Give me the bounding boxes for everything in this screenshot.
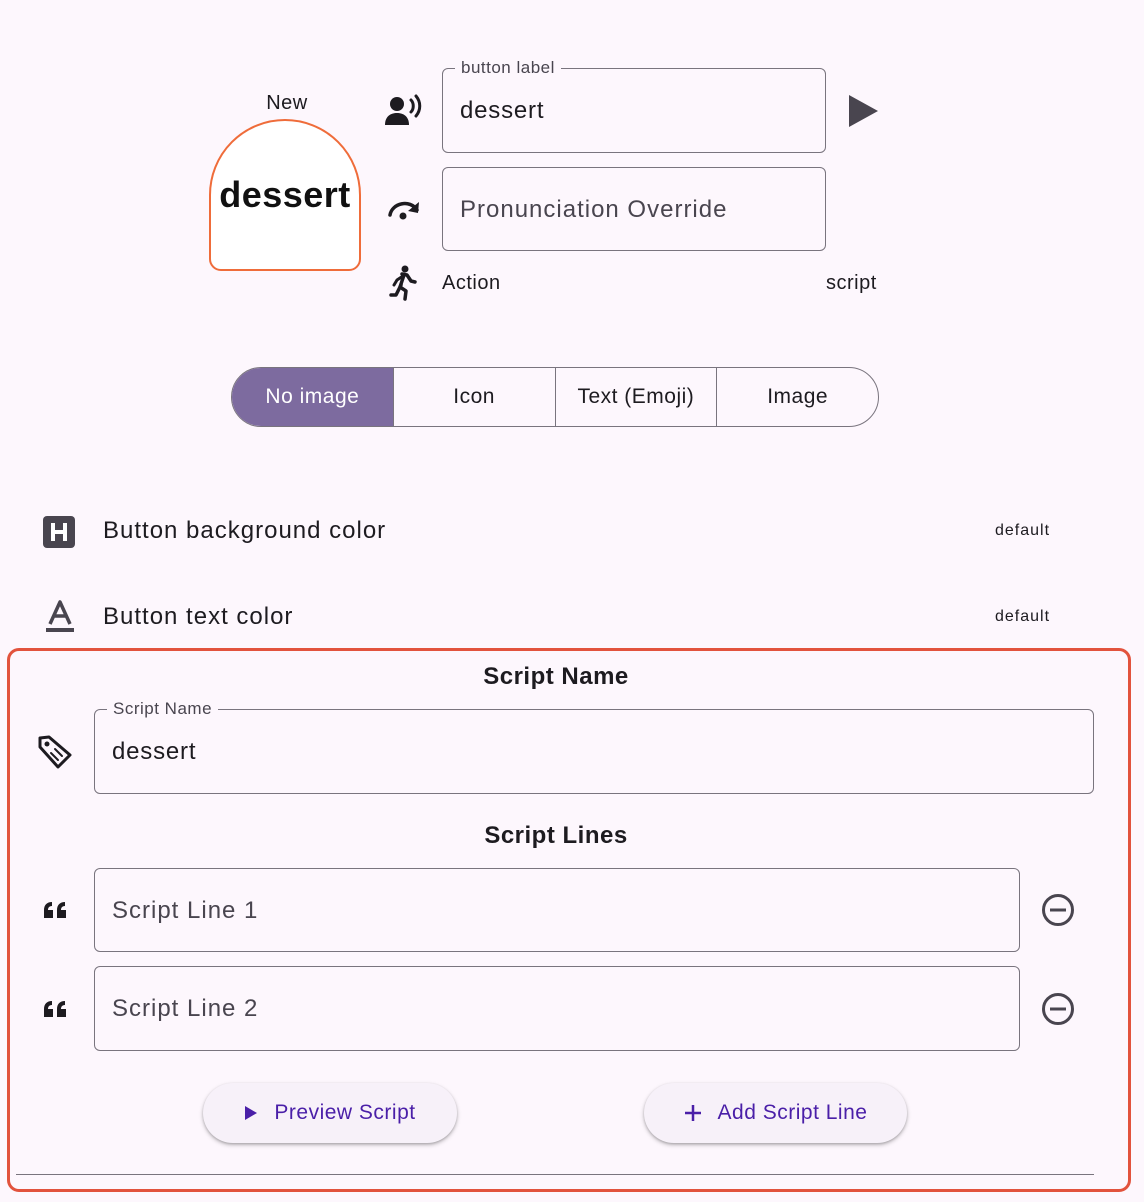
script-line-field[interactable]: Script Line 2 xyxy=(94,966,1020,1051)
script-name-field-label: Script Name xyxy=(107,699,219,719)
plus-icon xyxy=(684,1105,701,1121)
button-label-value: dessert xyxy=(460,97,545,124)
remove-line-icon[interactable] xyxy=(1041,893,1075,927)
button-label-field-label: button label xyxy=(455,58,561,78)
script-line-placeholder: Script Line 1 xyxy=(112,897,259,924)
add-script-line-button[interactable]: Add Script Line xyxy=(644,1083,907,1143)
text-color-icon xyxy=(46,600,74,632)
new-badge-label: New xyxy=(266,92,308,114)
segment-icon[interactable]: Icon xyxy=(392,368,555,426)
tag-icon xyxy=(38,735,72,769)
script-line-field[interactable]: Script Line 1 xyxy=(94,868,1020,952)
preview-script-button[interactable]: Preview Script xyxy=(203,1083,457,1143)
button-preview[interactable]: dessert xyxy=(209,119,361,271)
script-lines-title: Script Lines xyxy=(484,822,628,849)
add-script-line-label: Add Script Line xyxy=(717,1101,868,1124)
button-preview-label: dessert xyxy=(219,174,351,215)
preview-script-label: Preview Script xyxy=(274,1101,416,1124)
button-label-field[interactable]: button label dessert xyxy=(442,58,826,153)
segment-no-image[interactable]: No image xyxy=(232,368,393,426)
script-name-field[interactable]: Script Name dessert xyxy=(94,699,1094,794)
play-icon xyxy=(245,1106,258,1120)
text-color-label[interactable]: Button text color xyxy=(103,603,293,631)
speaking-person-icon xyxy=(385,94,422,125)
segment-text-emoji[interactable]: Text (Emoji) xyxy=(554,368,717,426)
image-type-selector: No image Icon Text (Emoji) Image xyxy=(231,367,879,427)
segment-image[interactable]: Image xyxy=(716,368,878,426)
action-run-icon xyxy=(389,265,417,301)
quote-icon xyxy=(44,902,66,918)
action-label: Action xyxy=(442,272,501,294)
script-line-placeholder: Script Line 2 xyxy=(112,995,259,1022)
quote-icon xyxy=(44,1001,66,1017)
script-name-value: dessert xyxy=(112,738,197,765)
pronunciation-icon xyxy=(388,201,419,220)
text-color-value[interactable]: default xyxy=(995,608,1050,626)
background-color-label[interactable]: Button background color xyxy=(103,517,386,545)
remove-line-icon[interactable] xyxy=(1041,992,1075,1026)
divider xyxy=(16,1174,1094,1175)
pronunciation-override-placeholder: Pronunciation Override xyxy=(460,196,728,223)
script-name-title: Script Name xyxy=(483,663,629,690)
background-color-value[interactable]: default xyxy=(995,522,1050,540)
action-value[interactable]: script xyxy=(826,272,877,295)
background-color-icon xyxy=(43,516,75,548)
play-icon[interactable] xyxy=(846,94,880,128)
pronunciation-override-field[interactable]: Pronunciation Override xyxy=(442,167,826,251)
